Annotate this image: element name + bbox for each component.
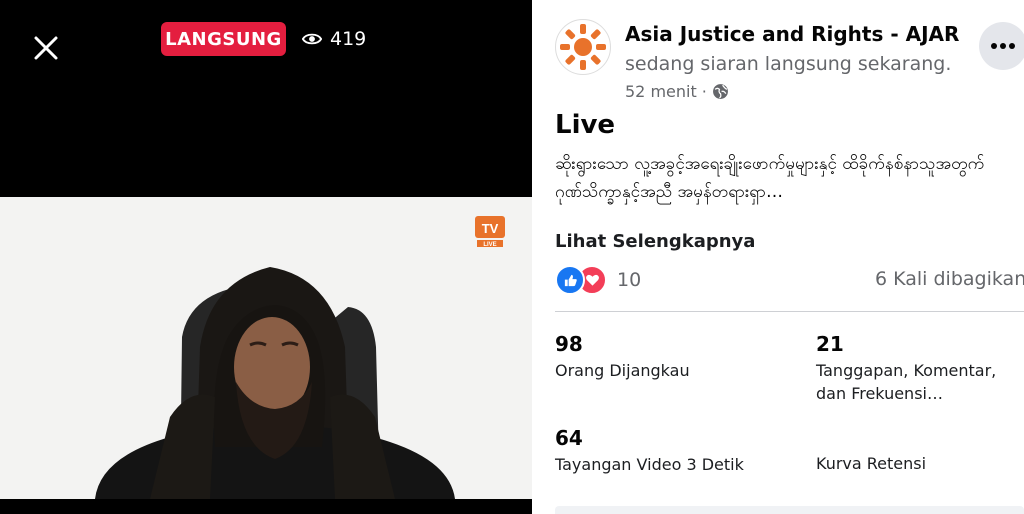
stat-label: Orang Dijangkau xyxy=(555,361,690,380)
stat-label: Tanggapan, Komentar, dan Frekuensi… xyxy=(816,361,997,403)
svg-text:LIVE: LIVE xyxy=(483,242,496,248)
post-body-text: ဆိုးရွားသော လူ့အခွင့်အရေးချိုးဖောက်မှုမျ… xyxy=(555,154,985,202)
post-meta: 52 menit · xyxy=(625,82,729,101)
post-time[interactable]: 52 menit xyxy=(625,82,697,101)
stat-value xyxy=(816,426,926,449)
globe-icon xyxy=(712,84,728,99)
video-player[interactable]: LANGSUNG 419 TV LIVE xyxy=(0,0,532,514)
viewer-count-value: 419 xyxy=(330,28,367,50)
tv-watermark-logo: TV LIVE xyxy=(475,216,505,248)
stat-value: 21 xyxy=(816,332,844,356)
ajar-logo-icon xyxy=(560,24,606,70)
share-count[interactable]: 6 Kali dibagikan xyxy=(875,268,1024,290)
reaction-summary[interactable]: 10 xyxy=(555,265,642,295)
bottom-card-edge xyxy=(555,506,1024,514)
more-icon xyxy=(991,43,1015,49)
live-status-text: sedang siaran langsung sekarang. xyxy=(625,53,952,75)
stat-reach[interactable]: 98 Orang Dijangkau xyxy=(555,332,690,382)
stat-value: 64 xyxy=(555,426,583,450)
divider xyxy=(555,311,1024,312)
stat-engagements[interactable]: 21 Tanggapan, Komentar, dan Frekuensi… xyxy=(816,332,1024,405)
live-badge-label: LANGSUNG xyxy=(165,28,282,50)
post-title: Live xyxy=(555,110,616,140)
page-name[interactable]: Asia Justice and Rights - AJAR xyxy=(625,22,959,46)
like-icon xyxy=(555,265,585,295)
close-icon[interactable] xyxy=(30,32,62,64)
stat-label: Tayangan Video 3 Detik xyxy=(555,455,744,474)
stat-value: 98 xyxy=(555,332,583,356)
meta-separator: · xyxy=(701,82,707,101)
post-panel: Asia Justice and Rights - AJAR sedang si… xyxy=(532,0,1024,514)
see-more-link[interactable]: Lihat Selengkapnya xyxy=(555,231,755,252)
reaction-count: 10 xyxy=(617,269,642,291)
svg-text:TV: TV xyxy=(482,221,499,236)
eye-icon xyxy=(302,33,322,45)
video-frame[interactable] xyxy=(0,197,532,499)
more-options-button[interactable] xyxy=(979,22,1024,70)
video-person-image xyxy=(0,197,532,499)
stat-video-views[interactable]: 64 Tayangan Video 3 Detik xyxy=(555,426,744,476)
stat-label: Kurva Retensi xyxy=(816,454,927,473)
viewer-count: 419 xyxy=(302,26,366,52)
page-avatar[interactable] xyxy=(555,19,611,75)
live-badge: LANGSUNG xyxy=(161,22,286,56)
stat-retention[interactable]: Kurva Retensi xyxy=(816,426,926,475)
